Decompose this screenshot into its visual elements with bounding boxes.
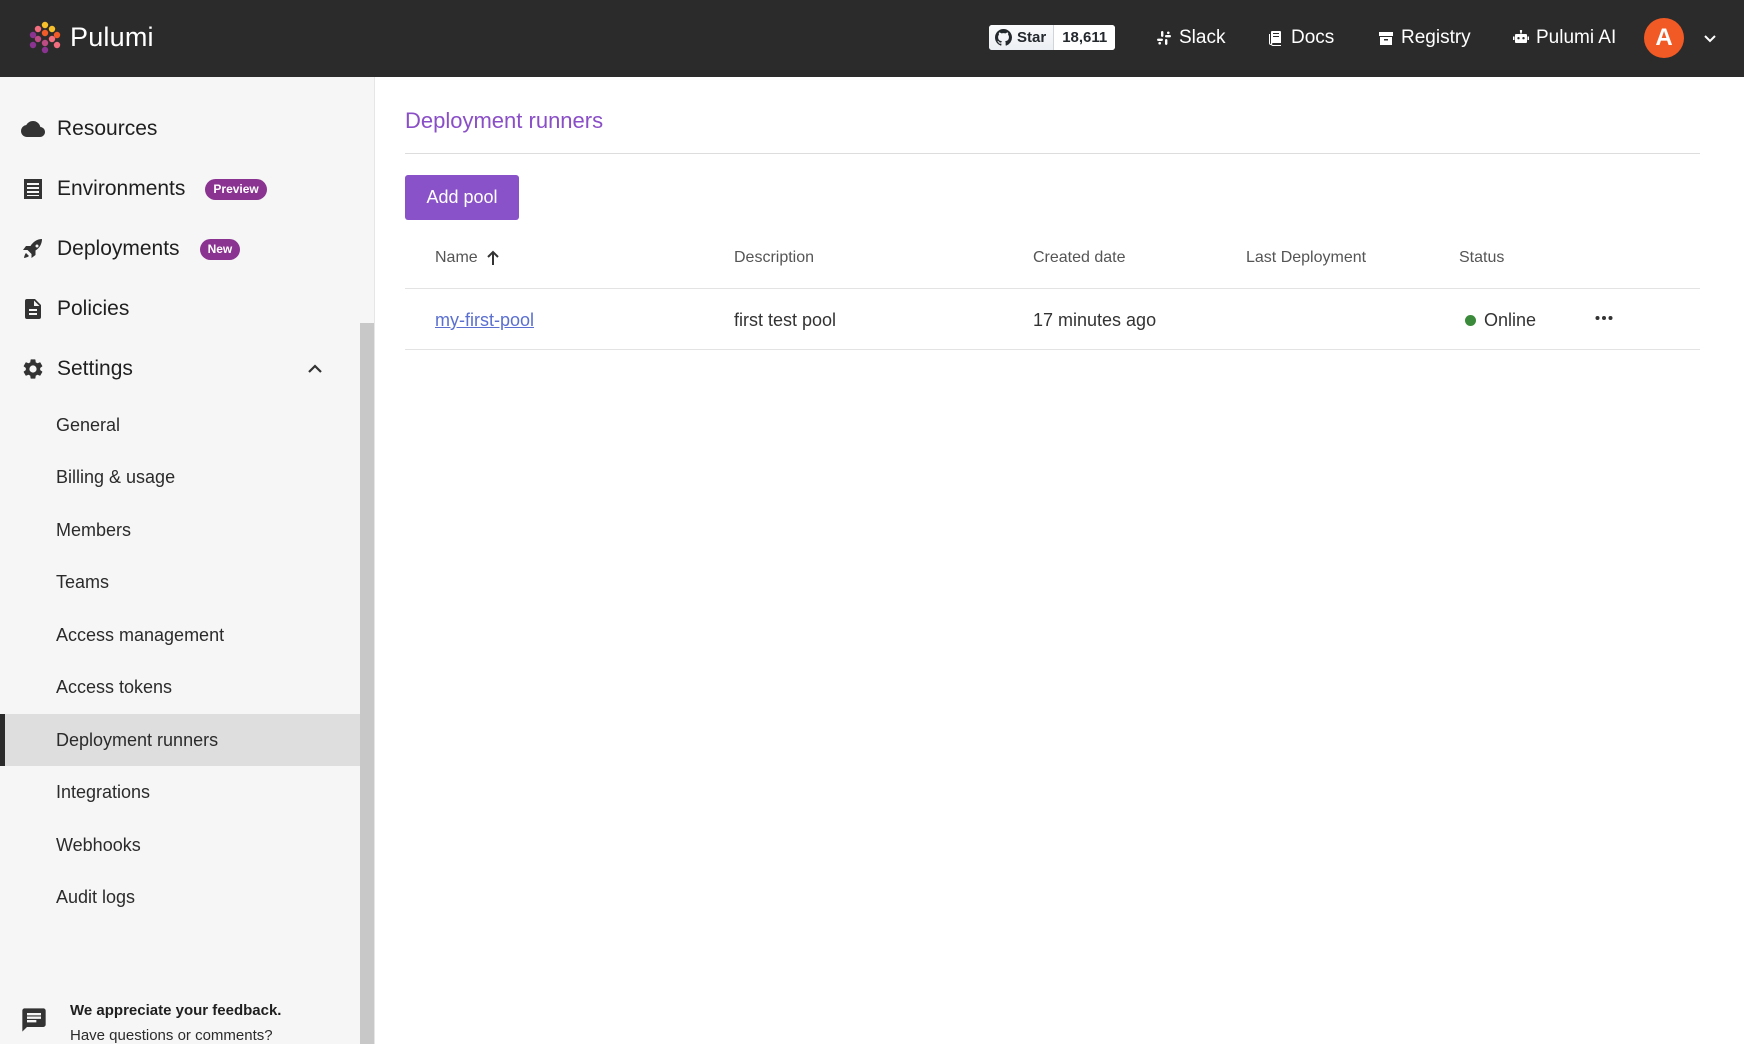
gear-icon xyxy=(20,356,46,382)
pulumi-logo-icon xyxy=(29,21,61,54)
main-content: Deployment runners Add pool Name Descrip… xyxy=(376,77,1744,1044)
table-header: Name Description Created date Last Deplo… xyxy=(405,227,1700,289)
user-avatar[interactable]: A xyxy=(1644,18,1684,58)
settings-item-general[interactable]: General xyxy=(0,399,360,451)
sidebar-item-label: Resources xyxy=(57,117,158,140)
docs-link-label: Docs xyxy=(1291,27,1335,48)
pool-status: Online xyxy=(1465,310,1536,331)
column-header-label: Name xyxy=(435,249,478,266)
slack-icon xyxy=(1157,31,1171,45)
github-star-button[interactable]: Star 18,611 xyxy=(989,25,1116,50)
document-icon xyxy=(20,296,46,322)
sidebar-item-label: Settings xyxy=(57,357,133,380)
column-header-description: Description xyxy=(734,249,815,266)
registry-link[interactable]: Registry xyxy=(1378,24,1471,52)
github-star-label: Star xyxy=(1017,29,1047,46)
add-pool-button[interactable]: Add pool xyxy=(405,175,519,220)
title-divider xyxy=(405,153,1700,154)
column-header-last-deployment: Last Deployment xyxy=(1246,249,1367,266)
sidebar-item-label: Policies xyxy=(57,297,130,320)
github-star-label-area: Star xyxy=(989,25,1055,50)
settings-item-teams[interactable]: Teams xyxy=(0,556,360,608)
preview-badge: Preview xyxy=(205,178,267,200)
pool-description: first test pool xyxy=(734,310,837,330)
new-badge: New xyxy=(199,238,241,260)
rocket-icon xyxy=(20,236,46,262)
column-header-name[interactable]: Name xyxy=(435,249,500,267)
more-horizontal-icon xyxy=(1595,316,1613,320)
row-more-actions-button[interactable] xyxy=(1590,306,1618,330)
brand-name: Pulumi xyxy=(70,21,154,52)
status-online-dot xyxy=(1465,315,1476,326)
slack-link[interactable]: Slack xyxy=(1156,24,1225,52)
slack-link-label: Slack xyxy=(1179,27,1226,48)
cloud-icon xyxy=(20,116,46,142)
sidebar-item-deployments[interactable]: Deployments New xyxy=(0,219,360,279)
settings-item-members[interactable]: Members xyxy=(0,504,360,556)
settings-item-webhooks[interactable]: Webhooks xyxy=(0,819,360,871)
feedback-title: We appreciate your feedback. xyxy=(70,1002,282,1019)
chat-icon xyxy=(22,1008,46,1032)
pulumi-ai-link-label: Pulumi AI xyxy=(1536,27,1617,48)
feedback-subtitle: Have questions or comments? xyxy=(70,1027,273,1044)
docs-icon xyxy=(1269,31,1281,46)
sidebar-item-label: Deployments xyxy=(57,237,180,260)
column-header-status: Status xyxy=(1459,249,1505,266)
arrow-up-icon xyxy=(486,250,499,265)
robot-icon xyxy=(1513,30,1529,43)
sidebar: Resources Environments Preview Deploymen… xyxy=(0,77,375,1044)
chevron-down-icon[interactable] xyxy=(1700,28,1720,48)
pulumi-ai-link[interactable]: Pulumi AI xyxy=(1513,24,1616,52)
sidebar-item-resources[interactable]: Resources xyxy=(0,99,360,159)
page-title: Deployment runners xyxy=(405,108,604,133)
settings-item-deployment-runners[interactable]: Deployment runners xyxy=(0,714,360,766)
registry-icon xyxy=(1379,32,1393,45)
top-navigation-bar: Pulumi Star 18,611 Slack Docs Registry P… xyxy=(0,0,1744,77)
docs-link[interactable]: Docs xyxy=(1268,24,1334,52)
sidebar-scrollbar[interactable] xyxy=(360,323,374,1044)
sidebar-item-settings[interactable]: Settings xyxy=(0,339,360,399)
sidebar-item-policies[interactable]: Policies xyxy=(0,279,360,339)
pool-status-label: Online xyxy=(1484,310,1537,330)
registry-link-label: Registry xyxy=(1401,27,1471,48)
settings-item-billing[interactable]: Billing & usage xyxy=(0,451,360,503)
chevron-up-icon[interactable] xyxy=(306,360,324,378)
github-icon xyxy=(995,29,1012,46)
table-row: my-first-pool first test pool 17 minutes… xyxy=(405,290,1700,350)
github-star-count: 18,611 xyxy=(1054,25,1116,50)
settings-item-audit-logs[interactable]: Audit logs xyxy=(0,871,360,923)
sidebar-item-environments[interactable]: Environments Preview xyxy=(0,159,360,219)
settings-item-access-tokens[interactable]: Access tokens xyxy=(0,661,360,713)
settings-item-integrations[interactable]: Integrations xyxy=(0,766,360,818)
sidebar-item-label: Environments xyxy=(57,177,186,200)
column-header-created-date: Created date xyxy=(1033,249,1126,266)
pool-created-date: 17 minutes ago xyxy=(1033,310,1157,330)
feedback-section[interactable]: We appreciate your feedback. Have questi… xyxy=(20,1002,281,1044)
pulumi-home-link[interactable]: Pulumi xyxy=(28,20,154,54)
list-icon xyxy=(20,176,46,202)
settings-item-access-management[interactable]: Access management xyxy=(0,609,360,661)
pool-name-link[interactable]: my-first-pool xyxy=(435,310,534,331)
